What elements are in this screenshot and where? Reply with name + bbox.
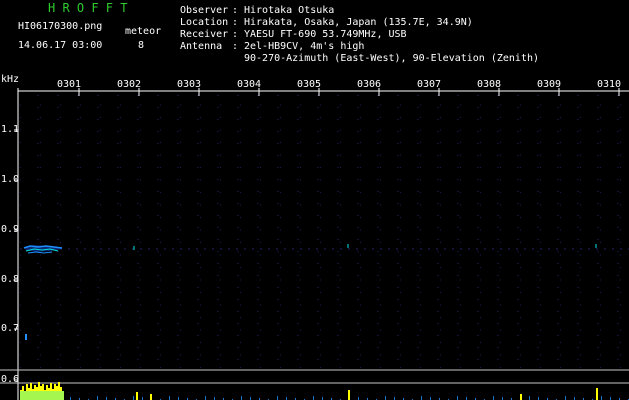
antenna-value: 2el-HB9CV, 4m's high xyxy=(244,41,365,52)
station-info: Observer: Hirotaka Otsuka Location: Hiraka… xyxy=(180,5,539,65)
histogram-bar xyxy=(136,392,138,400)
location-value: Hirakata, Osaka, Japan (135.7E, 34.9N) xyxy=(244,17,473,28)
noise-mark xyxy=(421,396,422,400)
x-tick-label: 0305 xyxy=(297,79,322,90)
y-tick-label: 1.0 xyxy=(1,174,20,185)
y-tick-label: 0.9 xyxy=(1,224,20,235)
date-time: 14.06.17 03:00 xyxy=(18,40,103,51)
histogram-bar xyxy=(348,390,350,400)
noise-mark xyxy=(277,396,278,400)
noise-mark xyxy=(205,396,206,400)
x-tick-label: 0302 xyxy=(117,79,142,90)
noise-mark xyxy=(97,396,98,400)
antenna-direction: 90-270-Azimuth (East-West), 90-Elevation… xyxy=(244,53,540,64)
histogram-base xyxy=(20,391,64,400)
y-tick-label: 0.6 xyxy=(1,374,20,385)
x-tick-label: 0304 xyxy=(237,79,262,90)
x-tick-label: 0306 xyxy=(357,79,382,90)
location-key: Location xyxy=(180,17,229,28)
meteor-echo-small xyxy=(25,334,27,340)
observer-value: Hirotaka Otsuka xyxy=(244,5,335,16)
observer-row: Observer: Hirotaka Otsuka xyxy=(180,5,335,16)
antenna-key: Antenna xyxy=(180,41,223,52)
brand-title: H R O F F T xyxy=(48,1,128,15)
meteor-count: 8 xyxy=(138,40,145,51)
noise-mark xyxy=(241,396,242,400)
x-tick-label: 0309 xyxy=(537,79,562,90)
antenna-row-2: 90-270-Azimuth (East-West), 90-Elevation… xyxy=(180,53,539,65)
x-tick-label: 0303 xyxy=(177,79,202,90)
noise-mark xyxy=(457,396,458,400)
y-tick-label: 0.7 xyxy=(1,323,20,334)
y-tick-label: 1.1 xyxy=(1,124,20,135)
y-axis-unit: kHz xyxy=(1,74,20,85)
noise-mark xyxy=(313,396,314,400)
receiver-value: YAESU FT-690 53.749MHz, USB xyxy=(244,29,407,40)
noise-mark xyxy=(133,396,134,400)
meteor-echo xyxy=(27,251,53,254)
noise-mark xyxy=(565,396,566,400)
x-tick-label: 0301 xyxy=(57,79,82,90)
receiver-key: Receiver xyxy=(180,29,229,40)
noise-mark xyxy=(601,396,602,400)
noise-mark xyxy=(169,396,170,400)
x-tick-label: 0308 xyxy=(477,79,502,90)
histogram-bar xyxy=(150,394,152,400)
histogram-bar xyxy=(596,388,598,400)
noise-mark xyxy=(493,396,494,400)
y-tick-label: 0.8 xyxy=(1,274,20,285)
histogram-bar xyxy=(520,394,522,400)
noise-mark xyxy=(385,396,386,400)
file-name: HI06170300.png xyxy=(18,21,103,32)
antenna-row: Antenna:2el-HB9CV, 4m's high xyxy=(180,41,365,52)
x-tick-label: 0307 xyxy=(417,79,442,90)
observer-key: Observer xyxy=(180,5,229,16)
x-tick-label: 0310 xyxy=(597,79,622,90)
spectrogram-screen: H R O F F T HI06170300.png 14.06.17 03:0… xyxy=(0,0,629,400)
noise-mark xyxy=(529,396,530,400)
meteor-label: meteor xyxy=(125,26,162,37)
location-row: Location: Hirakata, Osaka, Japan (135.7E,… xyxy=(180,17,473,28)
receiver-row: Receiver: YAESU FT-690 53.749MHz, USB xyxy=(180,29,407,40)
